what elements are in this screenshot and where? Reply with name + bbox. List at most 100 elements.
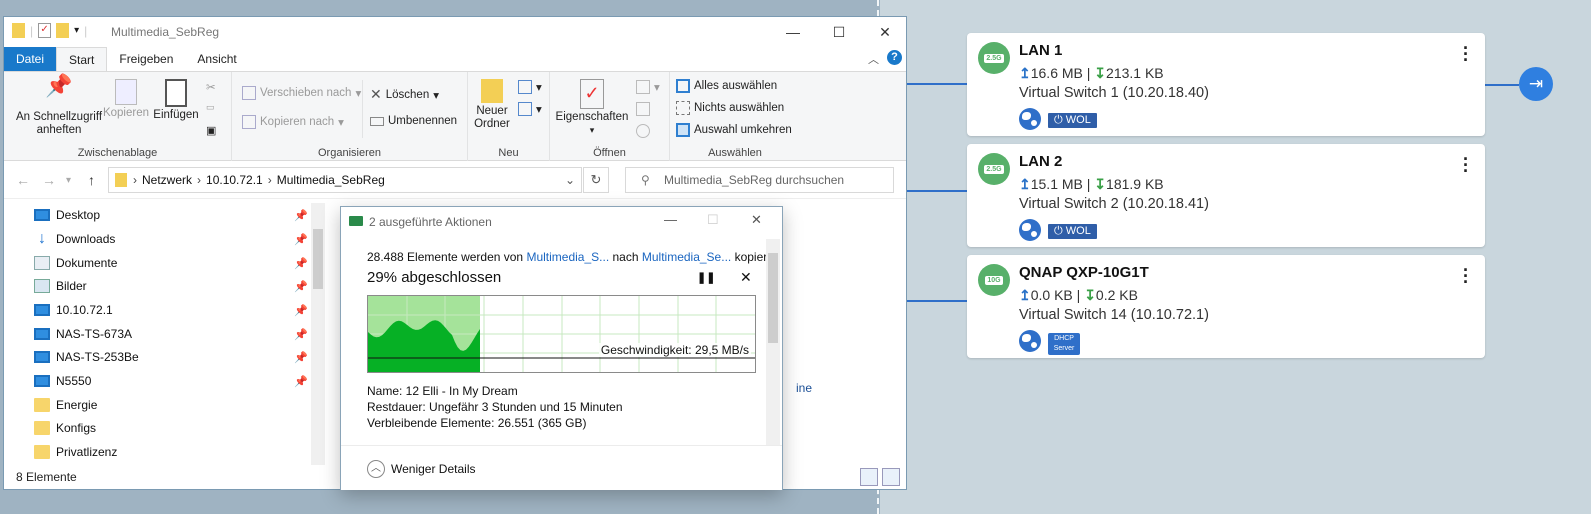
group-clipboard: 📌 An Schnellzugriff anheften Kopieren Ei…: [4, 72, 232, 162]
network-card-qnap[interactable]: 10G QNAP QXP-10G1T ↥0.0 KB | ↧0.2 KB Vir…: [967, 255, 1485, 358]
move-to-button[interactable]: Verschieben nach ▾: [242, 86, 361, 100]
properties-button[interactable]: ✓ Eigenschaften ▾: [554, 79, 630, 137]
more-menu-icon[interactable]: · · ·: [1463, 39, 1469, 69]
folder-icon: [12, 23, 25, 38]
scroll-thumb[interactable]: [313, 229, 323, 289]
tab-start[interactable]: Start: [56, 47, 108, 71]
minimize-button[interactable]: —: [770, 17, 816, 47]
destination-link[interactable]: Multimedia_Se...: [642, 250, 731, 264]
paste-button[interactable]: Einfügen: [152, 79, 200, 122]
tab-view[interactable]: Ansicht: [185, 47, 248, 71]
more-menu-icon[interactable]: · · ·: [1463, 261, 1469, 291]
pin-icon: 📌: [45, 73, 73, 98]
nav-item-host[interactable]: 10.10.72.1 📌: [34, 299, 314, 321]
collapse-ribbon-icon[interactable]: ︿: [868, 51, 879, 67]
upload-icon: ↥: [1019, 287, 1031, 303]
fewer-details-button[interactable]: ︿ Weniger Details: [367, 460, 475, 478]
wol-badge[interactable]: ⏻ WOL: [1048, 224, 1097, 239]
computer-icon: [34, 375, 50, 387]
copy-button[interactable]: Kopieren: [102, 79, 150, 120]
new-item-icon[interactable]: ▾: [518, 80, 542, 94]
maximize-button[interactable]: ☐: [816, 17, 862, 47]
back-icon[interactable]: ←: [16, 172, 30, 188]
nav-scrollbar[interactable]: [311, 203, 325, 465]
copy-path-icon[interactable]: ▭: [206, 102, 215, 113]
tab-file[interactable]: Datei: [4, 47, 57, 71]
nav-item-konfigs[interactable]: Konfigs: [34, 417, 314, 439]
nav-item-nas-253be[interactable]: NAS-TS-253Be 📌: [34, 346, 314, 368]
edit-icon[interactable]: [636, 102, 650, 116]
copy-to-button[interactable]: Kopieren nach ▾: [242, 115, 344, 129]
cut-icon[interactable]: ✂: [206, 80, 216, 94]
dialog-scrollbar[interactable]: [766, 239, 780, 445]
properties-icon[interactable]: ✓: [38, 23, 52, 38]
tab-share[interactable]: Freigeben: [107, 47, 185, 71]
nav-item-energie[interactable]: Energie: [34, 394, 314, 416]
remaining-time: Restdauer: Ungefähr 3 Stunden und 15 Min…: [367, 400, 623, 414]
address-bar[interactable]: › Netzwerk › 10.10.72.1 › Multimedia_Seb…: [108, 167, 582, 193]
customize-qa-icon[interactable]: ▾: [74, 25, 79, 36]
breadcrumb-host[interactable]: 10.10.72.1: [201, 173, 268, 187]
wol-badge[interactable]: ⏻ WOL: [1048, 113, 1097, 128]
port-icon: 2.5G: [978, 42, 1010, 74]
globe-icon[interactable]: [1019, 219, 1041, 241]
nav-item-desktop[interactable]: Desktop 📌: [34, 204, 314, 226]
refresh-button[interactable]: ↻: [583, 167, 609, 193]
nav-item-downloads[interactable]: ↓ Downloads 📌: [34, 228, 314, 250]
card-title: LAN 1: [1019, 42, 1063, 59]
nav-item-privatlizenz[interactable]: Privatlizenz: [34, 441, 314, 463]
address-history-icon[interactable]: ⌄: [565, 173, 575, 187]
uplink-icon[interactable]: ⇥: [1519, 67, 1553, 101]
rename-button[interactable]: Umbenennen: [370, 115, 457, 127]
network-card-lan1[interactable]: 2.5G LAN 1 ↥16.6 MB | ↧213.1 KB Virtual …: [967, 33, 1485, 136]
select-all-button[interactable]: Alles auswählen: [676, 79, 777, 93]
pin-quick-access-button[interactable]: 📌 An Schnellzugriff anheften: [10, 73, 108, 137]
open-icon[interactable]: ▾: [636, 80, 660, 94]
new-folder-icon[interactable]: [56, 23, 70, 38]
select-none-button[interactable]: Nichts auswählen: [676, 101, 784, 115]
help-icon[interactable]: ?: [887, 50, 902, 65]
scroll-thumb[interactable]: [768, 253, 778, 343]
network-card-lan2[interactable]: 2.5G LAN 2 ↥15.1 MB | ↧181.9 KB Virtual …: [967, 144, 1485, 247]
delete-button[interactable]: ✕ Löschen ▾: [370, 86, 439, 103]
group-label: Öffnen: [593, 147, 626, 159]
cancel-icon[interactable]: ✕: [740, 269, 752, 286]
close-button[interactable]: ✕: [862, 17, 908, 47]
history-icon[interactable]: [636, 124, 650, 138]
forward-icon[interactable]: →: [42, 172, 56, 188]
pin-icon: 📌: [294, 351, 308, 364]
remaining-items: Verbleibende Elemente: 26.551 (365 GB): [367, 416, 587, 430]
source-link[interactable]: Multimedia_S...: [526, 250, 609, 264]
ribbon-tabs: Datei Start Freigeben Ansicht: [4, 47, 906, 71]
search-input[interactable]: ⚲ Multimedia_SebReg durchsuchen: [625, 167, 894, 193]
nav-item-n5550[interactable]: N5550 📌: [34, 370, 314, 392]
percent-complete: 29% abgeschlossen: [367, 269, 502, 286]
dhcp-badge[interactable]: DHCP Server: [1048, 333, 1080, 355]
globe-icon[interactable]: [1019, 330, 1041, 352]
breadcrumb-network[interactable]: Netzwerk: [137, 173, 197, 187]
copy-summary: 28.488 Elemente werden von Multimedia_S.…: [367, 250, 771, 264]
nav-item-pictures[interactable]: Bilder 📌: [34, 275, 314, 297]
invert-selection-button[interactable]: Auswahl umkehren: [676, 123, 792, 137]
up-icon[interactable]: ↑: [88, 172, 95, 188]
details-view-icon[interactable]: [860, 468, 878, 486]
nav-item-nas-673a[interactable]: NAS-TS-673A 📌: [34, 323, 314, 345]
recent-locations-icon[interactable]: ▾: [66, 175, 71, 186]
breadcrumb-share[interactable]: Multimedia_SebReg: [272, 173, 390, 187]
large-icons-view-icon[interactable]: [882, 468, 900, 486]
pause-icon[interactable]: ❚❚: [697, 271, 715, 284]
more-menu-icon[interactable]: · · ·: [1463, 150, 1469, 180]
cable-line: [906, 83, 967, 85]
network-folder-icon: [115, 173, 127, 187]
globe-icon[interactable]: [1019, 108, 1041, 130]
cable-line: [906, 190, 967, 192]
easy-access-icon[interactable]: ▾: [518, 102, 542, 116]
file-item-label[interactable]: ine: [796, 381, 812, 395]
download-icon: ↧: [1084, 287, 1096, 303]
new-folder-button[interactable]: Neuer Ordner: [470, 79, 514, 131]
paste-shortcut-icon[interactable]: ▣: [206, 124, 216, 137]
close-button[interactable]: ✕: [751, 212, 762, 228]
copy-to-icon: [242, 115, 256, 129]
minimize-button[interactable]: —: [664, 212, 677, 227]
nav-item-documents[interactable]: Dokumente 📌: [34, 252, 314, 274]
